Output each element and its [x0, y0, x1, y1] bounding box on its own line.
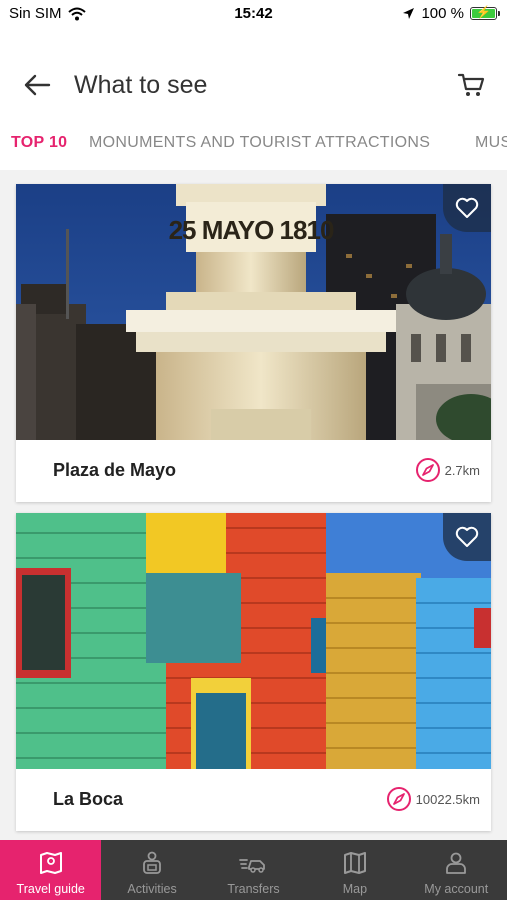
nav-transfers[interactable]: Transfers: [203, 840, 304, 900]
cart-button[interactable]: [455, 69, 487, 101]
distance-value: 2.7km: [444, 462, 480, 478]
category-tabs: TOP 10 MONUMENTS AND TOURIST ATTRACTIONS…: [0, 128, 507, 164]
compass-icon: [386, 787, 411, 811]
attraction-title: Plaza de Mayo: [53, 460, 177, 480]
nav-map[interactable]: Map: [304, 840, 405, 900]
plaza-de-mayo-photo: 25 MAYO 1810: [16, 184, 491, 440]
user-icon: [441, 848, 471, 878]
battery-icon: ⚡: [470, 5, 500, 20]
nav-travel-guide[interactable]: Travel guide: [0, 840, 102, 900]
nav-label: Activities: [127, 882, 177, 896]
back-button[interactable]: [20, 70, 54, 100]
tab-top-10[interactable]: TOP 10: [11, 134, 67, 152]
monument-inscription: 25 MAYO 1810: [169, 215, 334, 245]
distance-indicator: 2.7km: [415, 457, 480, 483]
compass-icon: [415, 458, 440, 482]
location-arrow-icon: [403, 8, 415, 19]
heart-icon: [455, 526, 479, 547]
page-title: What to see: [74, 71, 208, 99]
tab-monuments[interactable]: MONUMENTS AND TOURIST ATTRACTIONS: [89, 134, 430, 152]
nav-label: Travel guide: [16, 882, 85, 896]
nav-label: My account: [424, 882, 489, 896]
nav-my-account[interactable]: My account: [406, 840, 507, 900]
heart-icon: [455, 197, 479, 218]
back-arrow-icon: [24, 74, 51, 96]
attractions-list[interactable]: 25 MAYO 1810 Plaza de Mayo 2.7km La Boca…: [0, 170, 507, 840]
map-icon: [340, 848, 370, 878]
card-footer: Plaza de Mayo 2.7km: [16, 440, 491, 502]
charging-bolt-icon: ⚡: [476, 5, 491, 19]
nav-activities[interactable]: Activities: [101, 840, 202, 900]
nav-label: Map: [342, 882, 368, 896]
attraction-image: [16, 513, 491, 769]
activities-icon: [137, 848, 167, 878]
app-header: What to see: [0, 58, 507, 114]
bottom-navigation: Travel guide Activities Transfers Map My…: [0, 840, 507, 900]
attraction-card-plaza-de-mayo[interactable]: 25 MAYO 1810 Plaza de Mayo 2.7km: [16, 184, 491, 502]
nav-label: Transfers: [227, 882, 280, 896]
distance-indicator: 10022.5km: [386, 786, 480, 812]
favorite-button[interactable]: [443, 184, 491, 232]
card-footer: La Boca 10022.5km: [16, 769, 491, 831]
status-bar: Sin SIM 15:42 100 % ⚡: [0, 0, 507, 30]
cart-icon: [457, 73, 485, 96]
distance-value: 10022.5km: [415, 791, 480, 807]
la-boca-photo: [16, 513, 491, 769]
map-book-icon: [36, 848, 66, 878]
attraction-title: La Boca: [53, 789, 124, 809]
battery-percent: 100 %: [421, 5, 464, 22]
tab-museums[interactable]: MUS: [475, 134, 507, 152]
attraction-image: 25 MAYO 1810: [16, 184, 491, 440]
favorite-button[interactable]: [443, 513, 491, 561]
attraction-card-la-boca[interactable]: La Boca 10022.5km: [16, 513, 491, 831]
transfer-car-icon: [238, 848, 268, 878]
status-right: 100 % ⚡: [402, 5, 500, 22]
